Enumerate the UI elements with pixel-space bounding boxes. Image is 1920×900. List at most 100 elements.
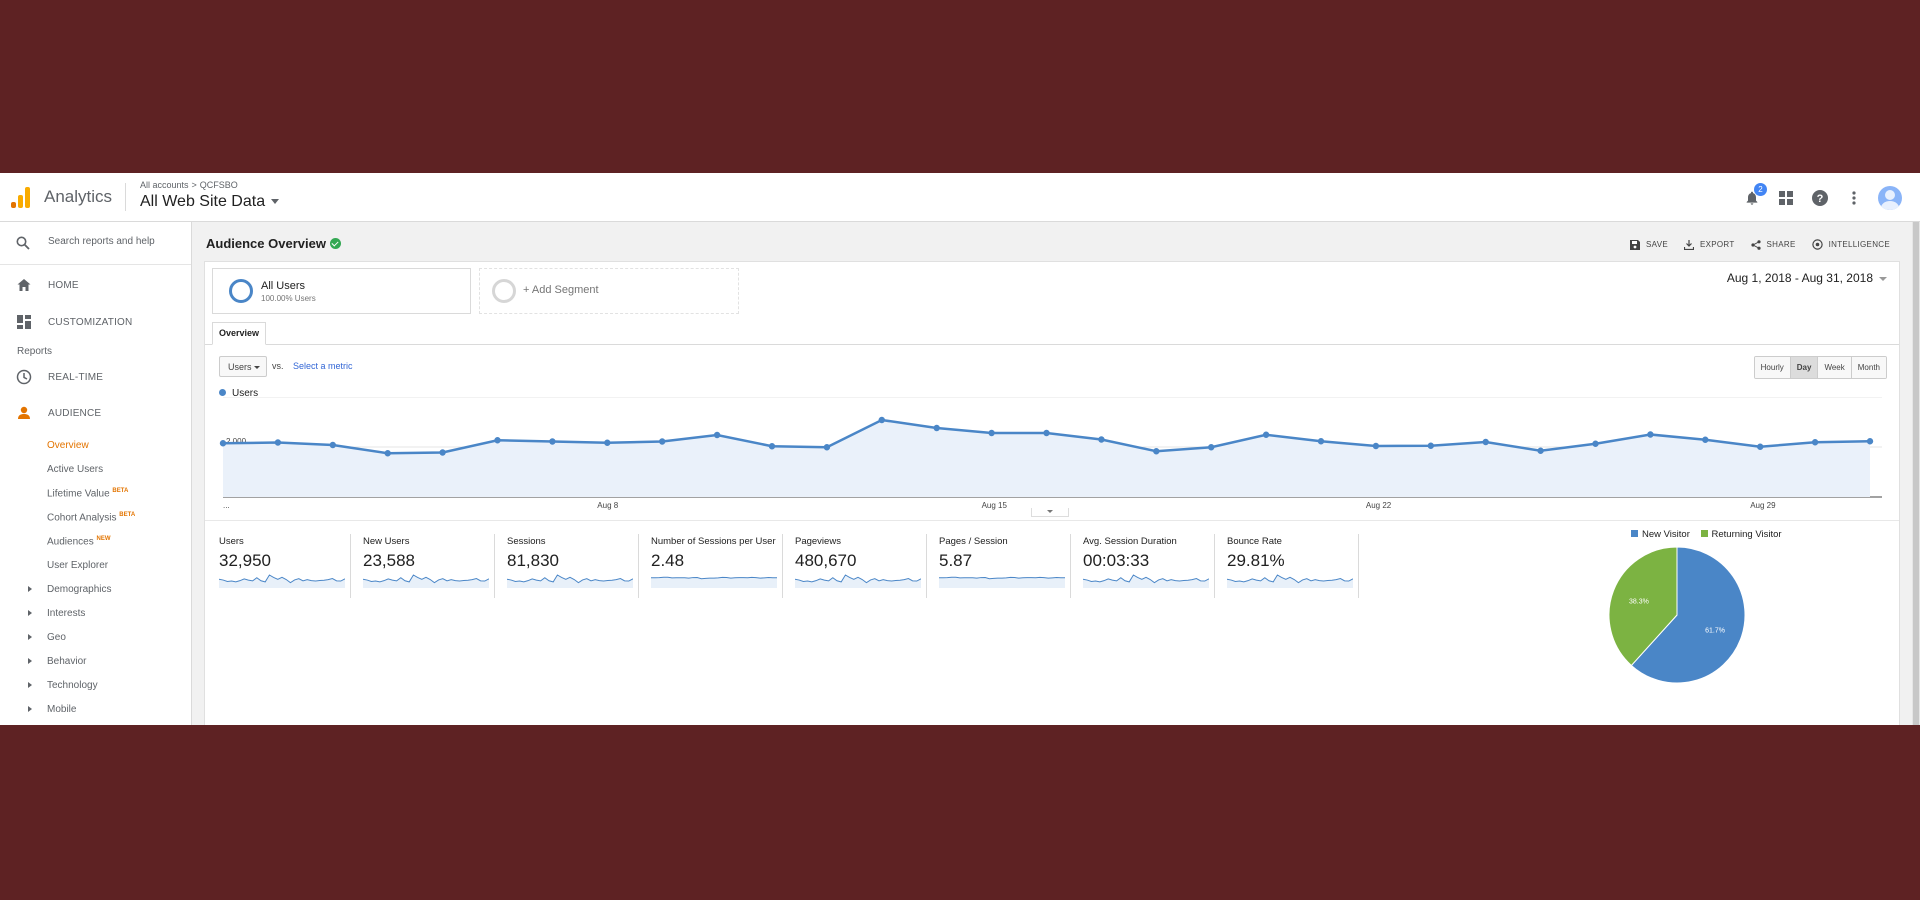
granularity-day-button[interactable]: Day bbox=[1789, 357, 1818, 378]
granularity-hourly-button[interactable]: Hourly bbox=[1754, 357, 1790, 378]
tab-overview[interactable]: Overview bbox=[212, 322, 267, 345]
kpi-label: Users bbox=[219, 536, 244, 547]
more-options-button[interactable] bbox=[1844, 188, 1864, 208]
search-input[interactable]: Search reports and help bbox=[48, 236, 155, 247]
save-button[interactable]: SAVE bbox=[1630, 239, 1668, 250]
sparkline-area bbox=[939, 577, 1065, 588]
date-range-picker[interactable]: Aug 1, 2018 - Aug 31, 2018 bbox=[1727, 271, 1887, 285]
kpi-sessions[interactable]: Sessions 81,830 bbox=[503, 534, 639, 598]
share-button[interactable]: SHARE bbox=[1750, 239, 1796, 250]
sidebar-subitem-lifetime-value[interactable]: Lifetime Value BETA bbox=[47, 488, 128, 499]
subitem-label: Audiences bbox=[47, 536, 94, 548]
add-segment-button[interactable]: + Add Segment bbox=[479, 268, 739, 314]
kpi-sparkline bbox=[795, 574, 921, 588]
export-button[interactable]: EXPORT bbox=[1683, 239, 1735, 250]
add-segment-label: + Add Segment bbox=[523, 284, 599, 296]
subitem-label: Cohort Analysis bbox=[47, 512, 117, 524]
help-icon: ? bbox=[1812, 190, 1828, 206]
breadcrumb-all-accounts[interactable]: All accounts bbox=[140, 180, 189, 190]
property-selector[interactable]: All Web Site Data bbox=[140, 193, 280, 211]
top-bar: Analytics All accounts > QCFSBO All Web Si… bbox=[0, 173, 1920, 222]
kpi-pageviews[interactable]: Pageviews 480,670 bbox=[791, 534, 927, 598]
select-metric-link[interactable]: Select a metric bbox=[293, 361, 353, 371]
x-tick-label: Aug 22 bbox=[1366, 501, 1392, 510]
sidebar-item-label: AUDIENCE bbox=[48, 408, 102, 419]
sidebar-subitem-cohort-analysis[interactable]: Cohort Analysis BETA bbox=[47, 512, 135, 523]
avatar[interactable] bbox=[1878, 186, 1902, 210]
segment-ring-icon bbox=[229, 279, 253, 303]
sidebar-item-realtime[interactable]: REAL-TIME bbox=[0, 365, 191, 389]
granularity-month-button[interactable]: Month bbox=[1850, 357, 1886, 378]
person-icon bbox=[18, 406, 30, 419]
sidebar-subitem-interests[interactable]: Interests bbox=[47, 608, 85, 619]
data-point bbox=[1262, 431, 1270, 438]
share-label: SHARE bbox=[1766, 240, 1796, 249]
kpi-label: Bounce Rate bbox=[1227, 536, 1282, 547]
kpi-new-users[interactable]: New Users 23,588 bbox=[359, 534, 495, 598]
analytics-logo-icon[interactable] bbox=[10, 186, 32, 208]
expand-arrow-icon[interactable] bbox=[28, 634, 32, 640]
kpi-sessions-per-user[interactable]: Number of Sessions per User 2.48 bbox=[647, 534, 783, 598]
segment-all-users[interactable]: All Users 100.00% Users bbox=[212, 268, 471, 314]
kpi-users[interactable]: Users 32,950 bbox=[215, 534, 351, 598]
kpi-avg-session-duration[interactable]: Avg. Session Duration 00:03:33 bbox=[1079, 534, 1215, 598]
apps-grid-button[interactable] bbox=[1776, 188, 1796, 208]
kpi-pages-per-session[interactable]: Pages / Session 5.87 bbox=[935, 534, 1071, 598]
chart-expand-handle[interactable] bbox=[1031, 508, 1069, 517]
sidebar-item-audience[interactable]: AUDIENCE bbox=[0, 401, 191, 425]
sidebar-subitem-user-explorer[interactable]: User Explorer bbox=[47, 560, 108, 571]
data-point bbox=[768, 443, 776, 450]
kpi-bounce-rate[interactable]: Bounce Rate 29.81% bbox=[1223, 534, 1359, 598]
data-point bbox=[494, 437, 501, 444]
scrollbar-thumb[interactable] bbox=[1913, 222, 1919, 725]
kpi-value: 32,950 bbox=[219, 551, 271, 570]
sidebar-subitem-behavior[interactable]: Behavior bbox=[47, 656, 86, 667]
visitor-type-pie: New Visitor Returning Visitor 61.7% 38.3% bbox=[1605, 529, 1805, 719]
sidebar-subitem-mobile[interactable]: Mobile bbox=[47, 704, 76, 715]
page-scrollbar[interactable] bbox=[1912, 222, 1920, 725]
sidebar-item-customization[interactable]: CUSTOMIZATION bbox=[0, 310, 191, 334]
pie-slice-label: 38.3% bbox=[1629, 598, 1649, 605]
expand-arrow-icon[interactable] bbox=[28, 706, 32, 712]
help-button[interactable]: ? bbox=[1810, 188, 1830, 208]
data-point bbox=[1427, 442, 1435, 449]
analytics-window: Analytics All accounts > QCFSBO All Web Si… bbox=[0, 173, 1920, 725]
legend-returning-visitor[interactable]: Returning Visitor bbox=[1700, 529, 1782, 540]
data-point bbox=[713, 431, 721, 439]
granularity-toggle: Hourly Day Week Month bbox=[1753, 356, 1887, 379]
breadcrumb[interactable]: All accounts > QCFSBO bbox=[140, 180, 241, 190]
data-point bbox=[1482, 438, 1489, 446]
save-icon bbox=[1630, 239, 1641, 250]
metric-selector[interactable]: Users bbox=[219, 356, 267, 377]
share-icon bbox=[1750, 239, 1761, 250]
search-reports[interactable]: Search reports and help bbox=[0, 222, 191, 265]
granularity-week-button[interactable]: Week bbox=[1817, 357, 1851, 378]
legend-swatch bbox=[1631, 530, 1638, 537]
date-range-text: Aug 1, 2018 - Aug 31, 2018 bbox=[1726, 271, 1873, 285]
expand-arrow-icon[interactable] bbox=[28, 682, 32, 688]
expand-arrow-icon[interactable] bbox=[28, 658, 32, 664]
sidebar-subitem-audiences[interactable]: Audiences NEW bbox=[47, 536, 110, 547]
segment-name: All Users bbox=[261, 280, 306, 292]
data-point bbox=[329, 441, 336, 449]
pie-legend: New Visitor Returning Visitor bbox=[1631, 529, 1790, 540]
sidebar-subitem-geo[interactable]: Geo bbox=[47, 632, 66, 643]
notifications-button[interactable]: 2 bbox=[1742, 183, 1767, 208]
sidebar-subitem-active-users[interactable]: Active Users bbox=[47, 464, 103, 475]
expand-arrow-icon[interactable] bbox=[28, 586, 32, 592]
pie-chart: 61.7% 38.3% bbox=[1608, 546, 1746, 684]
breadcrumb-account[interactable]: QCFSBO bbox=[200, 180, 238, 190]
clock-icon bbox=[16, 369, 32, 385]
data-point bbox=[933, 424, 940, 432]
export-label: EXPORT bbox=[1699, 240, 1735, 249]
legend-label: New Visitor bbox=[1642, 529, 1690, 540]
sidebar-item-home[interactable]: HOME bbox=[0, 273, 191, 297]
expand-arrow-icon[interactable] bbox=[28, 610, 32, 616]
data-point bbox=[1208, 444, 1215, 451]
x-tick-label: Aug 8 bbox=[597, 501, 618, 510]
sidebar-subitem-overview[interactable]: Overview bbox=[47, 440, 89, 451]
sidebar-subitem-demographics[interactable]: Demographics bbox=[47, 584, 111, 595]
intelligence-button[interactable]: INTELLIGENCE bbox=[1811, 239, 1890, 250]
sidebar-subitem-technology[interactable]: Technology bbox=[47, 680, 98, 691]
legend-new-visitor[interactable]: New Visitor bbox=[1631, 529, 1690, 540]
